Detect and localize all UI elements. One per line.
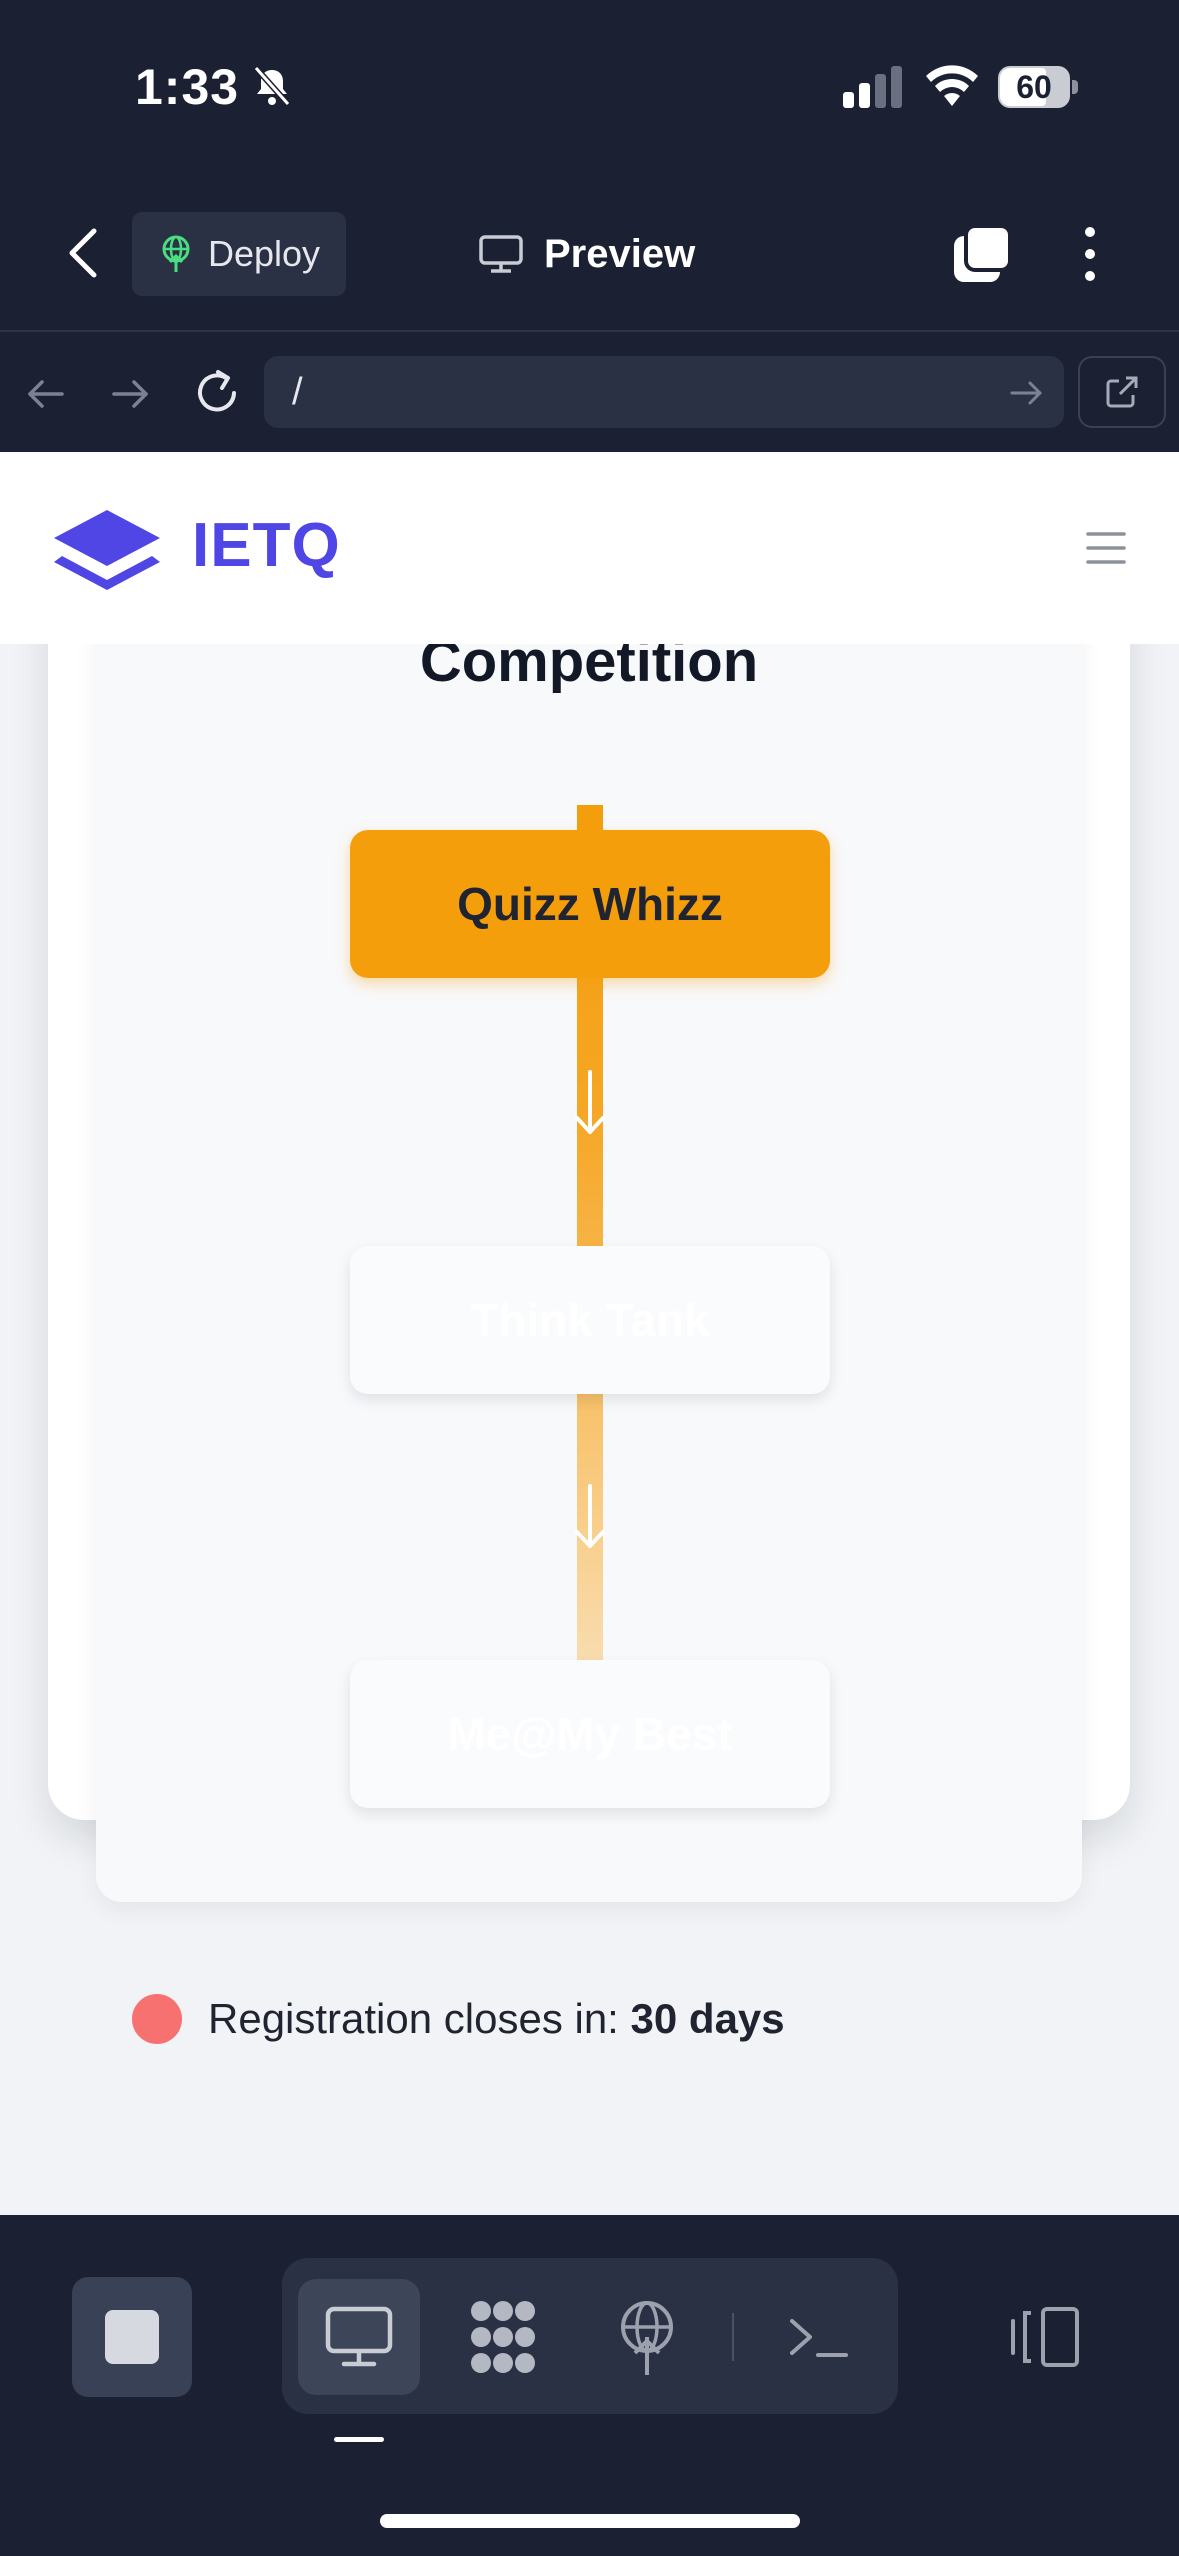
desktop-tool-button[interactable]	[298, 2279, 420, 2395]
bell-muted-icon	[253, 66, 291, 106]
registration-countdown: Registration closes in: 30 days	[96, 1954, 1082, 2084]
external-link-icon	[1106, 376, 1138, 408]
wifi-icon	[926, 65, 978, 106]
reload-icon[interactable]	[190, 366, 244, 420]
monitor-icon	[325, 2306, 393, 2367]
battery-level: 60	[1016, 69, 1052, 105]
tool-separator	[732, 2313, 734, 2361]
deploy-label: Deploy	[208, 233, 321, 274]
url-input[interactable]: /	[264, 356, 1064, 428]
more-options-icon[interactable]	[1070, 224, 1110, 284]
cellular-signal-icon	[843, 66, 902, 108]
go-arrow-icon[interactable]	[1008, 376, 1044, 410]
status-time: 1:33	[135, 59, 240, 115]
nav-forward-arrow-icon[interactable]	[108, 372, 152, 416]
stage-me-at-my-best[interactable]: Me@My Best	[350, 1660, 830, 1808]
terminal-shell-icon[interactable]	[778, 2297, 858, 2377]
stage-think-tank[interactable]: Think Tank	[350, 1246, 830, 1394]
home-indicator[interactable]	[380, 2514, 800, 2528]
preview-label: Preview	[544, 231, 696, 276]
active-tool-indicator	[334, 2437, 384, 2442]
back-button[interactable]	[62, 225, 106, 281]
deploy-globe-icon[interactable]	[607, 2297, 687, 2377]
monitor-icon	[479, 235, 523, 273]
battery-icon: 60	[998, 66, 1078, 108]
down-arrow-icon	[575, 1484, 605, 1548]
nav-back-arrow-icon[interactable]	[24, 372, 68, 416]
site-logo-text[interactable]: IETQ	[192, 510, 341, 581]
open-external-button[interactable]	[1078, 356, 1166, 428]
stop-icon	[105, 2310, 159, 2364]
web-preview: Competition Quizz Whizz Think Tank Me@My…	[0, 452, 1179, 2215]
registration-days: 30 days	[630, 1995, 785, 2042]
layers-logo-icon[interactable]	[50, 506, 164, 592]
site-header: IETQ	[0, 452, 1179, 644]
side-panel-icon[interactable]	[1005, 2297, 1085, 2377]
stop-button[interactable]	[72, 2277, 192, 2397]
workflow-nodes-icon[interactable]	[463, 2297, 543, 2377]
stage-quizz-whizz[interactable]: Quizz Whizz	[350, 830, 830, 978]
preview-tab[interactable]: Preview	[478, 226, 695, 282]
deploy-button[interactable]: Deploy	[132, 212, 346, 296]
hamburger-menu-icon[interactable]	[1086, 528, 1126, 568]
tabs-icon[interactable]	[950, 222, 1014, 286]
deploy-globe-icon	[162, 235, 190, 272]
status-dot	[132, 1994, 182, 2044]
registration-label: Registration closes in: 30 days	[208, 1995, 785, 2042]
down-arrow-icon	[575, 1070, 605, 1134]
